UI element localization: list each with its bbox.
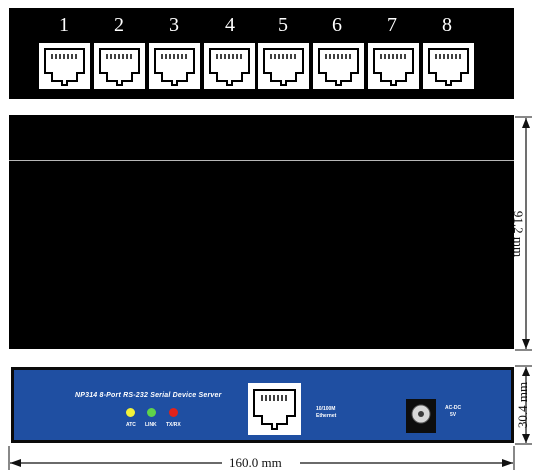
depth-dimension-label: 91.2 mm [511,210,527,258]
width-dimension-label: 160.0 mm [229,455,282,470]
dimension-lines [8,116,532,470]
height-dimension-label: 30.4 mm [515,381,531,429]
